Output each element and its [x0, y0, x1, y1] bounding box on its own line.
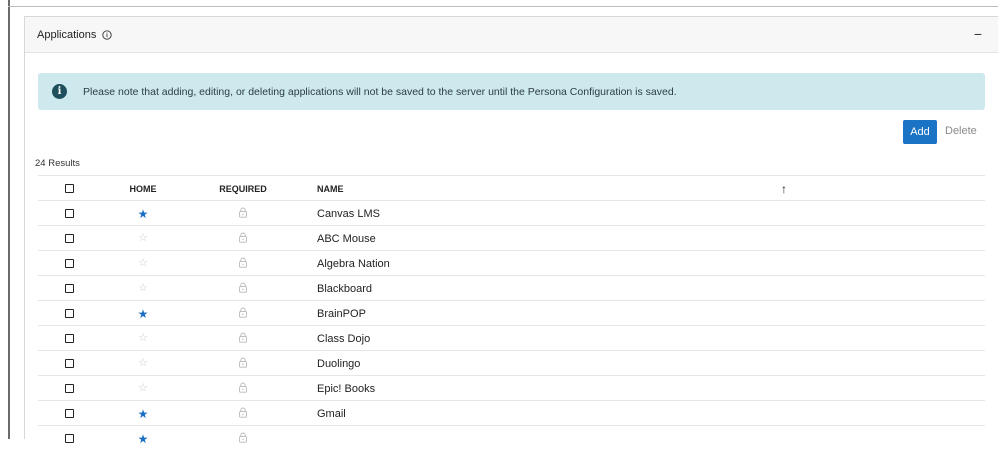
row-checkbox[interactable]: [64, 384, 74, 393]
lock-icon[interactable]: [238, 407, 248, 421]
table-row[interactable]: ☆ Algebra Nation: [38, 250, 985, 275]
row-checkbox[interactable]: [64, 309, 74, 318]
app-name[interactable]: Blackboard: [317, 283, 372, 295]
lock-icon[interactable]: [238, 307, 248, 321]
panel-title: Applications: [37, 28, 97, 41]
table-row[interactable]: ☆ Blackboard: [38, 275, 985, 300]
header-required[interactable]: REQUIRED: [218, 176, 268, 201]
row-checkbox[interactable]: [64, 409, 74, 418]
table-header-row: HOME REQUIRED NAME ↑: [38, 175, 985, 200]
star-outline-icon[interactable]: ☆: [138, 358, 148, 369]
results-count: 24 Results: [35, 158, 80, 169]
add-button[interactable]: Add: [903, 120, 937, 144]
table-row[interactable]: ★ Canvas LMS: [38, 200, 985, 225]
header-name[interactable]: NAME: [317, 176, 344, 201]
select-all-checkbox[interactable]: [64, 184, 74, 193]
info-notice: i Please note that adding, editing, or d…: [38, 73, 985, 110]
window-left-border: [8, 0, 10, 439]
info-icon: i: [52, 84, 67, 99]
table-row[interactable]: ☆ Duolingo: [38, 350, 985, 375]
panel-header: Applications −: [25, 17, 998, 53]
delete-button[interactable]: Delete: [945, 125, 977, 137]
table-row[interactable]: ☆ Epic! Books: [38, 375, 985, 400]
star-filled-icon[interactable]: ★: [138, 408, 149, 420]
applications-table: HOME REQUIRED NAME ↑ ★ Canvas LMS ☆ ABC …: [38, 175, 985, 450]
app-name[interactable]: BrainPOP: [317, 308, 366, 320]
row-checkbox[interactable]: [64, 284, 74, 293]
header-home[interactable]: HOME: [128, 176, 158, 201]
lock-icon[interactable]: [238, 232, 248, 246]
app-name[interactable]: Duolingo: [317, 358, 360, 370]
row-checkbox[interactable]: [64, 234, 74, 243]
app-name[interactable]: Gmail: [317, 408, 346, 420]
lock-icon[interactable]: [238, 382, 248, 396]
info-circle-icon[interactable]: [102, 29, 112, 40]
star-outline-icon[interactable]: ☆: [138, 283, 148, 294]
row-checkbox[interactable]: [64, 334, 74, 343]
lock-icon[interactable]: [238, 332, 248, 346]
lock-icon[interactable]: [238, 282, 248, 296]
table-row[interactable]: ☆ Class Dojo: [38, 325, 985, 350]
table-row[interactable]: ☆ ABC Mouse: [38, 225, 985, 250]
notice-text: Please note that adding, editing, or del…: [83, 85, 677, 98]
star-outline-icon[interactable]: ☆: [138, 383, 148, 394]
window-top-border: [8, 6, 998, 7]
sort-arrow-up-icon[interactable]: ↑: [781, 182, 787, 196]
app-name[interactable]: Epic! Books: [317, 383, 375, 395]
star-outline-icon[interactable]: ☆: [138, 233, 148, 244]
table-row[interactable]: ★ Gmail: [38, 400, 985, 425]
row-checkbox[interactable]: [64, 359, 74, 368]
star-filled-icon[interactable]: ★: [138, 308, 149, 320]
row-checkbox[interactable]: [64, 209, 74, 218]
app-name[interactable]: ABC Mouse: [317, 233, 376, 245]
table-row[interactable]: ★ BrainPOP: [38, 300, 985, 325]
star-outline-icon[interactable]: ☆: [138, 333, 148, 344]
star-filled-icon[interactable]: ★: [138, 208, 149, 220]
applications-panel: Applications − i Please note that adding…: [24, 16, 998, 445]
row-checkbox[interactable]: [64, 259, 74, 268]
lock-icon[interactable]: [238, 357, 248, 371]
app-name[interactable]: Algebra Nation: [317, 258, 390, 270]
app-name[interactable]: Class Dojo: [317, 333, 370, 345]
app-name[interactable]: Canvas LMS: [317, 208, 380, 220]
lock-icon[interactable]: [238, 257, 248, 271]
table-row[interactable]: ★: [38, 425, 985, 450]
star-outline-icon[interactable]: ☆: [138, 258, 148, 269]
lock-icon[interactable]: [238, 207, 248, 221]
collapse-button[interactable]: −: [974, 26, 982, 42]
